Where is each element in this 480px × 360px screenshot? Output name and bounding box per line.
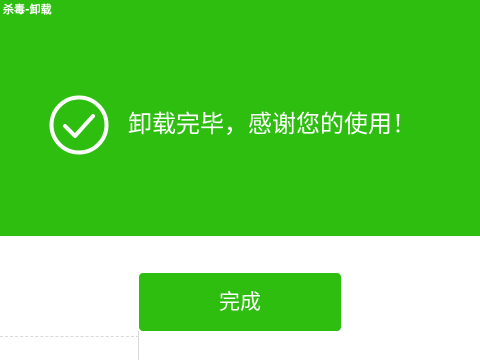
- bottom-vertical-divider: [138, 331, 139, 360]
- uninstall-window: 杀毒-卸载 卸载完毕，感谢您的使用！ 完成: [0, 0, 480, 360]
- window-title: 杀毒-卸载: [3, 3, 52, 16]
- bottom-left-divider: [0, 336, 139, 337]
- header-panel: 杀毒-卸载 卸载完毕，感谢您的使用！: [0, 0, 480, 236]
- check-circle-icon: [48, 94, 110, 156]
- done-button[interactable]: 完成: [139, 273, 341, 331]
- completion-message: 卸载完毕，感谢您的使用！: [128, 110, 416, 138]
